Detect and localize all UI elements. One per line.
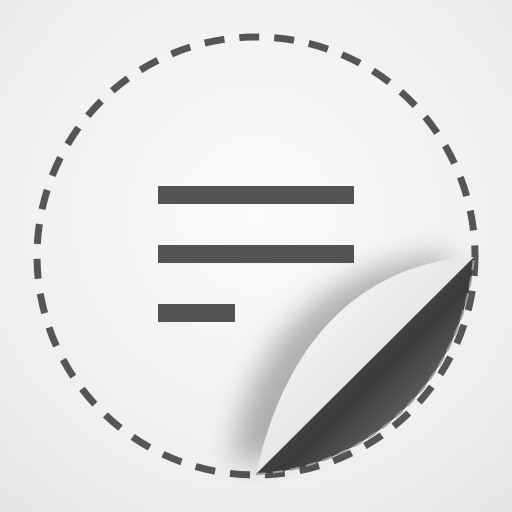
sticker-notes-icon — [0, 0, 512, 512]
text-line-3 — [158, 304, 235, 322]
text-line-1 — [158, 186, 354, 204]
text-line-2 — [158, 245, 354, 263]
app-icon-canvas — [0, 0, 512, 512]
